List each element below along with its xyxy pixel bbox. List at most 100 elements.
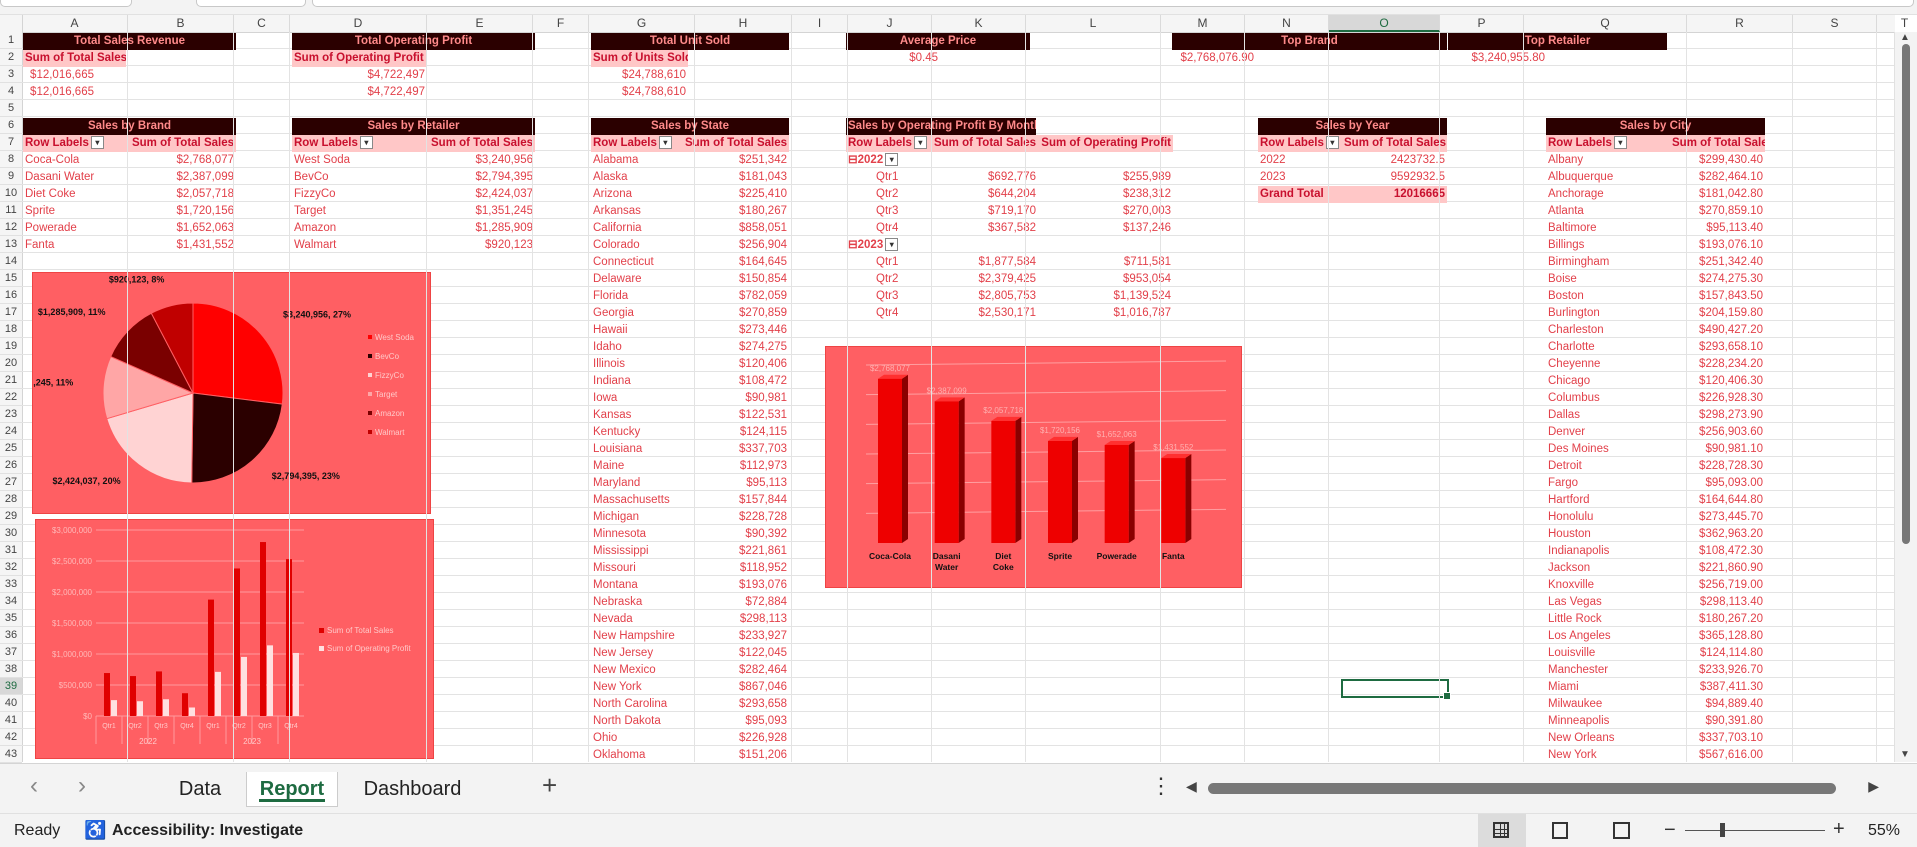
vertical-scrollbar[interactable]: ▲ ▼ (1894, 32, 1917, 762)
row-header-14[interactable]: 14 (0, 253, 22, 270)
row-header-18[interactable]: 18 (0, 321, 22, 338)
row-header-19[interactable]: 19 (0, 338, 22, 355)
row-header-16[interactable]: 16 (0, 287, 22, 304)
row-labels-header[interactable]: Row Labels ▾ (292, 135, 429, 152)
row-header-29[interactable]: 29 (0, 508, 22, 525)
row-header-41[interactable]: 41 (0, 712, 22, 729)
page-layout-view-icon[interactable] (1552, 822, 1568, 839)
row-header-21[interactable]: 21 (0, 372, 22, 389)
row-header-12[interactable]: 12 (0, 219, 22, 236)
row-header-11[interactable]: 11 (0, 202, 22, 219)
row-header-22[interactable]: 22 (0, 389, 22, 406)
active-cell-O39[interactable] (1341, 679, 1451, 700)
chevron-right-icon[interactable]: › (78, 772, 86, 800)
column-header-C[interactable]: C (234, 15, 290, 32)
row-header-4[interactable]: 4 (0, 83, 22, 100)
filter-dropdown-icon[interactable]: ▾ (90, 136, 104, 150)
filter-dropdown-icon[interactable]: ▾ (658, 136, 672, 150)
horizontal-scrollbar[interactable]: ◀ ▶ (1180, 774, 1885, 802)
row-labels-header[interactable]: Row Labels ▾ (846, 135, 930, 152)
row-header-9[interactable]: 9 (0, 168, 22, 185)
zoom-in-button[interactable]: + (1833, 818, 1845, 841)
formula-controls-edge[interactable] (196, 0, 306, 7)
plus-icon[interactable]: + (542, 770, 557, 801)
row-header-15[interactable]: 15 (0, 270, 22, 287)
scroll-right-icon[interactable]: ▶ (1868, 778, 1879, 795)
row-labels-header[interactable]: Row Labels ▾ (1258, 135, 1342, 152)
name-box-edge[interactable] (0, 0, 132, 7)
row-labels-header[interactable]: Row Labels ▾ (591, 135, 682, 152)
zoom-out-button[interactable]: − (1664, 819, 1676, 842)
row-header-27[interactable]: 27 (0, 474, 22, 491)
tab-dashboard[interactable]: Dashboard (350, 772, 475, 806)
row-header-36[interactable]: 36 (0, 627, 22, 644)
column-header-T[interactable]: T (1877, 15, 1917, 32)
row-header-30[interactable]: 30 (0, 525, 22, 542)
column-header-E[interactable]: E (427, 15, 533, 32)
scroll-down-icon[interactable]: ▼ (1900, 749, 1910, 760)
column-header-Q[interactable]: Q (1524, 15, 1687, 32)
column-header-D[interactable]: D (290, 15, 427, 32)
vertical-scroll-thumb[interactable] (1902, 44, 1910, 544)
row-header-6[interactable]: 6 (0, 117, 22, 134)
column-header-A[interactable]: A (22, 15, 128, 32)
row-header-34[interactable]: 34 (0, 593, 22, 610)
column-header-H[interactable]: H (695, 15, 792, 32)
normal-view-button[interactable] (1478, 814, 1526, 847)
row-header-40[interactable]: 40 (0, 695, 22, 712)
zoom-slider-track[interactable] (1685, 830, 1825, 831)
worksheet-grid[interactable]: Total Sales Revenue Sum of Total Sales $… (22, 32, 1895, 762)
column-header-O[interactable]: O (1329, 15, 1440, 32)
more-vertical-icon[interactable]: ⋮ (1150, 773, 1172, 799)
status-accessibility[interactable]: Accessibility: Investigate (112, 822, 303, 840)
row-labels-header[interactable]: Row Labels ▾ (23, 135, 129, 152)
column-header-I[interactable]: I (792, 15, 848, 32)
filter-dropdown-icon[interactable]: ▾ (359, 136, 373, 150)
formula-bar-edge[interactable] (312, 0, 1914, 7)
row-header-17[interactable]: 17 (0, 304, 22, 321)
row-header-28[interactable]: 28 (0, 491, 22, 508)
row-header-10[interactable]: 10 (0, 185, 22, 202)
row-header-33[interactable]: 33 (0, 576, 22, 593)
column-header-G[interactable]: G (589, 15, 695, 32)
page-break-view-icon[interactable] (1613, 822, 1630, 839)
zoom-slider-thumb[interactable] (1720, 823, 1725, 837)
column-header-N[interactable]: N (1245, 15, 1329, 32)
row-header-24[interactable]: 24 (0, 423, 22, 440)
year-group[interactable]: ⊟2022 ▾ (846, 152, 930, 169)
bar-chart-sales-by-brand[interactable]: $2,768,077 Coca-Cola $2,387,099 Dasani Water… (825, 346, 1242, 588)
row-header-25[interactable]: 25 (0, 440, 22, 457)
column-header-M[interactable]: M (1161, 15, 1245, 32)
horizontal-scroll-thumb[interactable] (1208, 783, 1836, 794)
column-header-P[interactable]: P (1440, 15, 1524, 32)
row-header-2[interactable]: 2 (0, 49, 22, 66)
filter-dropdown-icon[interactable]: ▾ (885, 238, 899, 252)
column-header-R[interactable]: R (1687, 15, 1793, 32)
filter-dropdown-icon[interactable]: ▾ (885, 153, 899, 167)
row-header-35[interactable]: 35 (0, 610, 22, 627)
row-header-8[interactable]: 8 (0, 151, 22, 168)
pie-chart-sales-by-retailer[interactable]: $3,240,956, 27% $2,794,395, 23% $2,424,037… (22, 272, 431, 514)
bar-chart-sales-by-quarter[interactable]: $3,000,000 $2,500,000 $2,000,000 $1,500,000… (35, 519, 434, 759)
row-header-32[interactable]: 32 (0, 559, 22, 576)
zoom-level[interactable]: 55% (1868, 822, 1900, 840)
row-header-42[interactable]: 42 (0, 729, 22, 746)
row-header-43[interactable]: 43 (0, 746, 22, 763)
row-header-3[interactable]: 3 (0, 66, 22, 83)
chevron-left-icon[interactable]: ‹ (30, 772, 38, 800)
row-header-39[interactable]: 39 (0, 678, 22, 695)
filter-dropdown-icon[interactable]: ▾ (913, 136, 927, 150)
filter-dropdown-icon[interactable]: ▾ (1613, 136, 1627, 150)
row-header-5[interactable]: 5 (0, 100, 22, 117)
tab-data[interactable]: Data (165, 772, 235, 806)
row-header-1[interactable]: 1 (0, 32, 22, 49)
row-header-13[interactable]: 13 (0, 236, 22, 253)
row-header-31[interactable]: 31 (0, 542, 22, 559)
column-header-B[interactable]: B (128, 15, 234, 32)
row-header-7[interactable]: 7 (0, 134, 22, 151)
row-header-26[interactable]: 26 (0, 457, 22, 474)
column-header-L[interactable]: L (1026, 15, 1161, 32)
column-header-S[interactable]: S (1793, 15, 1877, 32)
column-header-J[interactable]: J (848, 15, 932, 32)
tab-report[interactable]: Report (246, 772, 338, 807)
